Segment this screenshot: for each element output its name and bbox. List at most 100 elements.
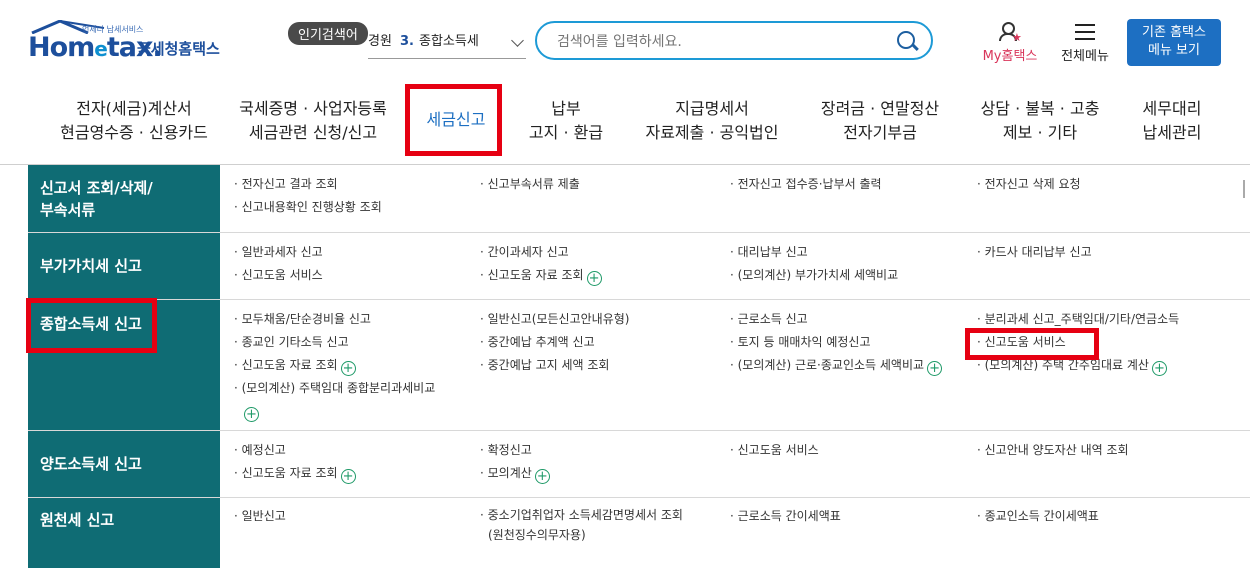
plus-circle-icon[interactable]: + [340, 469, 356, 484]
menu-link[interactable]: · (모의계산) 주택임대 종합분리과세비교 [234, 377, 435, 400]
row-heading-line: 신고서 조회/삭제/ [40, 179, 153, 197]
logo-word-part: Hom [28, 32, 95, 63]
menu-link[interactable]: · 종교인소득 간이세액표 [977, 505, 1099, 528]
search-box[interactable] [535, 21, 933, 60]
plus-circle-icon[interactable]: + [244, 407, 259, 422]
nav-label: 장려금 · 연말정산 [820, 99, 940, 118]
nav-label: 국세증명 · 사업자등록 [239, 99, 387, 118]
search-icon[interactable] [897, 31, 915, 49]
old-hometax-line2: 메뉴 보기 [1148, 43, 1200, 58]
old-hometax-line1: 기존 홈택스 [1142, 25, 1206, 40]
table-row: 종합소득세 신고 · 모두채움/단순경비율 신고 · 종교인 기타소득 신고 ·… [28, 300, 1250, 431]
menu-link-with-expand[interactable]: · 신고도움 자료 조회 + [480, 264, 602, 287]
plus-circle-icon[interactable]: + [340, 361, 356, 376]
menu-link[interactable]: · 일반신고 [234, 505, 286, 528]
menu-link[interactable]: · 일반신고(모든신고안내유형) [480, 308, 629, 331]
popular-search-select[interactable]: 경원 3. 종합소득세 [368, 26, 526, 59]
menu-link[interactable]: · 전자신고 결과 조회 [234, 173, 382, 196]
nav-payment-statement[interactable]: 지급명세서 자료제출 · 공익법인 [638, 97, 786, 145]
logo-korean: 국세청홈택스 [137, 40, 220, 58]
my-hometax-button[interactable]: ★ My홈택스 [976, 22, 1044, 64]
search-input[interactable] [555, 29, 889, 55]
user-icon: ★ [999, 22, 1022, 44]
nav-e-invoice[interactable]: 전자(세금)계산서 현금영수증 · 신용카드 [46, 97, 222, 145]
row-heading[interactable]: 신고서 조회/삭제/ 부속서류 [28, 165, 220, 232]
menu-link[interactable]: · 확정신고 [480, 439, 550, 462]
highlight-box [965, 328, 1099, 360]
menu-link[interactable]: · 종교인 기타소득 신고 [234, 331, 435, 354]
menu-link[interactable]: · 전자신고 삭제 요청 [977, 173, 1081, 196]
menu-link[interactable]: · (모의계산) 부가가치세 세액비교 [730, 264, 898, 287]
table-row: 신고서 조회/삭제/ 부속서류 · 전자신고 결과 조회 · 신고내용확인 진행… [28, 165, 1250, 233]
menu-link[interactable]: · 신고도움 서비스 [234, 264, 323, 287]
popular-prefix: 경원 [368, 34, 392, 49]
menu-link-with-expand[interactable]: · 모의계산 + [480, 462, 550, 485]
nav-label: 전자기부금 [843, 123, 917, 142]
menu-link[interactable]: · 중간예납 고지 세액 조회 [480, 354, 629, 377]
table-row: 원천세 신고 · 일반신고 · 중소기업취업자 소득세감면명세서 조회 (원천징… [28, 498, 1250, 568]
menu-link[interactable]: · 대리납부 신고 [730, 241, 898, 264]
hamburger-icon [1075, 24, 1095, 40]
plus-circle-icon[interactable]: + [1151, 361, 1167, 376]
row-heading-line: 부속서류 [40, 201, 96, 219]
menu-link[interactable]: · 간이과세자 신고 [480, 241, 602, 264]
nav-label: 납세관리 [1142, 123, 1202, 142]
nav-label: 전자(세금)계산서 [76, 99, 192, 118]
nav-label: 세금관련 신청/신고 [248, 123, 378, 142]
nav-label: 세무대리 [1142, 99, 1202, 118]
menu-link[interactable]: · 신고도움 서비스 [730, 439, 819, 462]
menu-link[interactable]: · 토지 등 매매차익 예정신고 [730, 331, 942, 354]
nav-consultation[interactable]: 상담 · 불복 · 고충 제보 · 기타 [972, 97, 1108, 145]
plus-circle-icon[interactable]: + [927, 361, 943, 376]
nav-certificate[interactable]: 국세증명 · 사업자등록 세금관련 신청/신고 [228, 97, 398, 145]
nav-label: 현금영수증 · 신용카드 [60, 123, 208, 142]
row-heading-line: 양도소득세 신고 [40, 455, 142, 473]
all-menu-button[interactable]: 전체메뉴 [1055, 22, 1115, 64]
menu-link[interactable]: · 모두채움/단순경비율 신고 [234, 308, 435, 331]
row-heading[interactable]: 양도소득세 신고 [28, 431, 220, 497]
nav-tax-agent[interactable]: 세무대리 납세관리 [1136, 97, 1208, 145]
row-heading[interactable]: 원천세 신고 [28, 498, 220, 568]
row-heading-line: 원천세 신고 [40, 511, 115, 529]
menu-link-subtext: (원천징수의무자용) [488, 528, 586, 542]
nav-label: 지급명세서 [675, 99, 749, 118]
row-heading[interactable]: 부가가치세 신고 [28, 233, 220, 299]
highlight-box [26, 298, 157, 353]
popular-search-badge: 인기검색어 [288, 22, 368, 45]
menu-link-with-expand[interactable]: · (모의계산) 근로·종교인소득 세액비교 + [730, 354, 943, 377]
nav-payment[interactable]: 납부 고지 · 환급 [520, 97, 612, 145]
menu-link[interactable]: · 신고안내 양도자산 내역 조회 [977, 439, 1129, 462]
old-hometax-button[interactable]: 기존 홈택스 메뉴 보기 [1127, 19, 1221, 66]
menu-link[interactable]: · 신고내용확인 진행상황 조회 [234, 196, 382, 219]
logo-word-e: e [94, 37, 108, 61]
nav-label: 납부 [551, 99, 581, 118]
menu-link[interactable]: · 전자신고 접수증·납부서 출력 [730, 173, 882, 196]
table-row: 양도소득세 신고 · 예정신고 · 신고도움 자료 조회 + · 확정신고 · 모… [28, 431, 1250, 498]
menu-link[interactable]: · 근로소득 간이세액표 [730, 505, 841, 528]
popular-rank: 3. [400, 34, 414, 49]
menu-link[interactable]: · 카드사 대리납부 신고 [977, 241, 1092, 264]
menu-link[interactable]: · 신고부속서류 제출 [480, 173, 580, 196]
popular-term: 종합소득세 [418, 34, 479, 49]
plus-circle-icon[interactable]: + [534, 469, 550, 484]
nav-incentive[interactable]: 장려금 · 연말정산 전자기부금 [812, 97, 948, 145]
menu-link[interactable]: · 예정신고 [234, 439, 356, 462]
my-hometax-label: My홈택스 [982, 49, 1038, 64]
menu-link[interactable]: · 중간예납 추계액 신고 [480, 331, 629, 354]
highlight-box [405, 84, 502, 156]
nav-label: 상담 · 불복 · 고충 [980, 99, 1100, 118]
row-heading-line: 부가가치세 신고 [40, 257, 142, 275]
chevron-down-icon [511, 34, 524, 47]
all-menu-label: 전체메뉴 [1061, 49, 1109, 64]
menu-link-with-expand[interactable]: · 신고도움 자료 조회 + [234, 354, 435, 377]
table-row: 부가가치세 신고 · 일반과세자 신고 · 신고도움 서비스 · 간이과세자 신… [28, 233, 1250, 300]
menu-link-label: · 모의계산 [480, 466, 532, 480]
nav-label: 자료제출 · 공익법인 [645, 123, 779, 142]
plus-circle-icon[interactable]: + [586, 271, 602, 286]
menu-link[interactable]: · 중소기업취업자 소득세감면명세서 조회 [480, 505, 683, 525]
menu-link-label: · 신고도움 자료 조회 [234, 466, 338, 480]
menu-link[interactable]: · 근로소득 신고 [730, 308, 942, 331]
menu-link-with-expand[interactable]: · 신고도움 자료 조회 + [234, 462, 356, 485]
menu-link-label: · 신고도움 자료 조회 [480, 268, 584, 282]
menu-link[interactable]: · 일반과세자 신고 [234, 241, 323, 264]
